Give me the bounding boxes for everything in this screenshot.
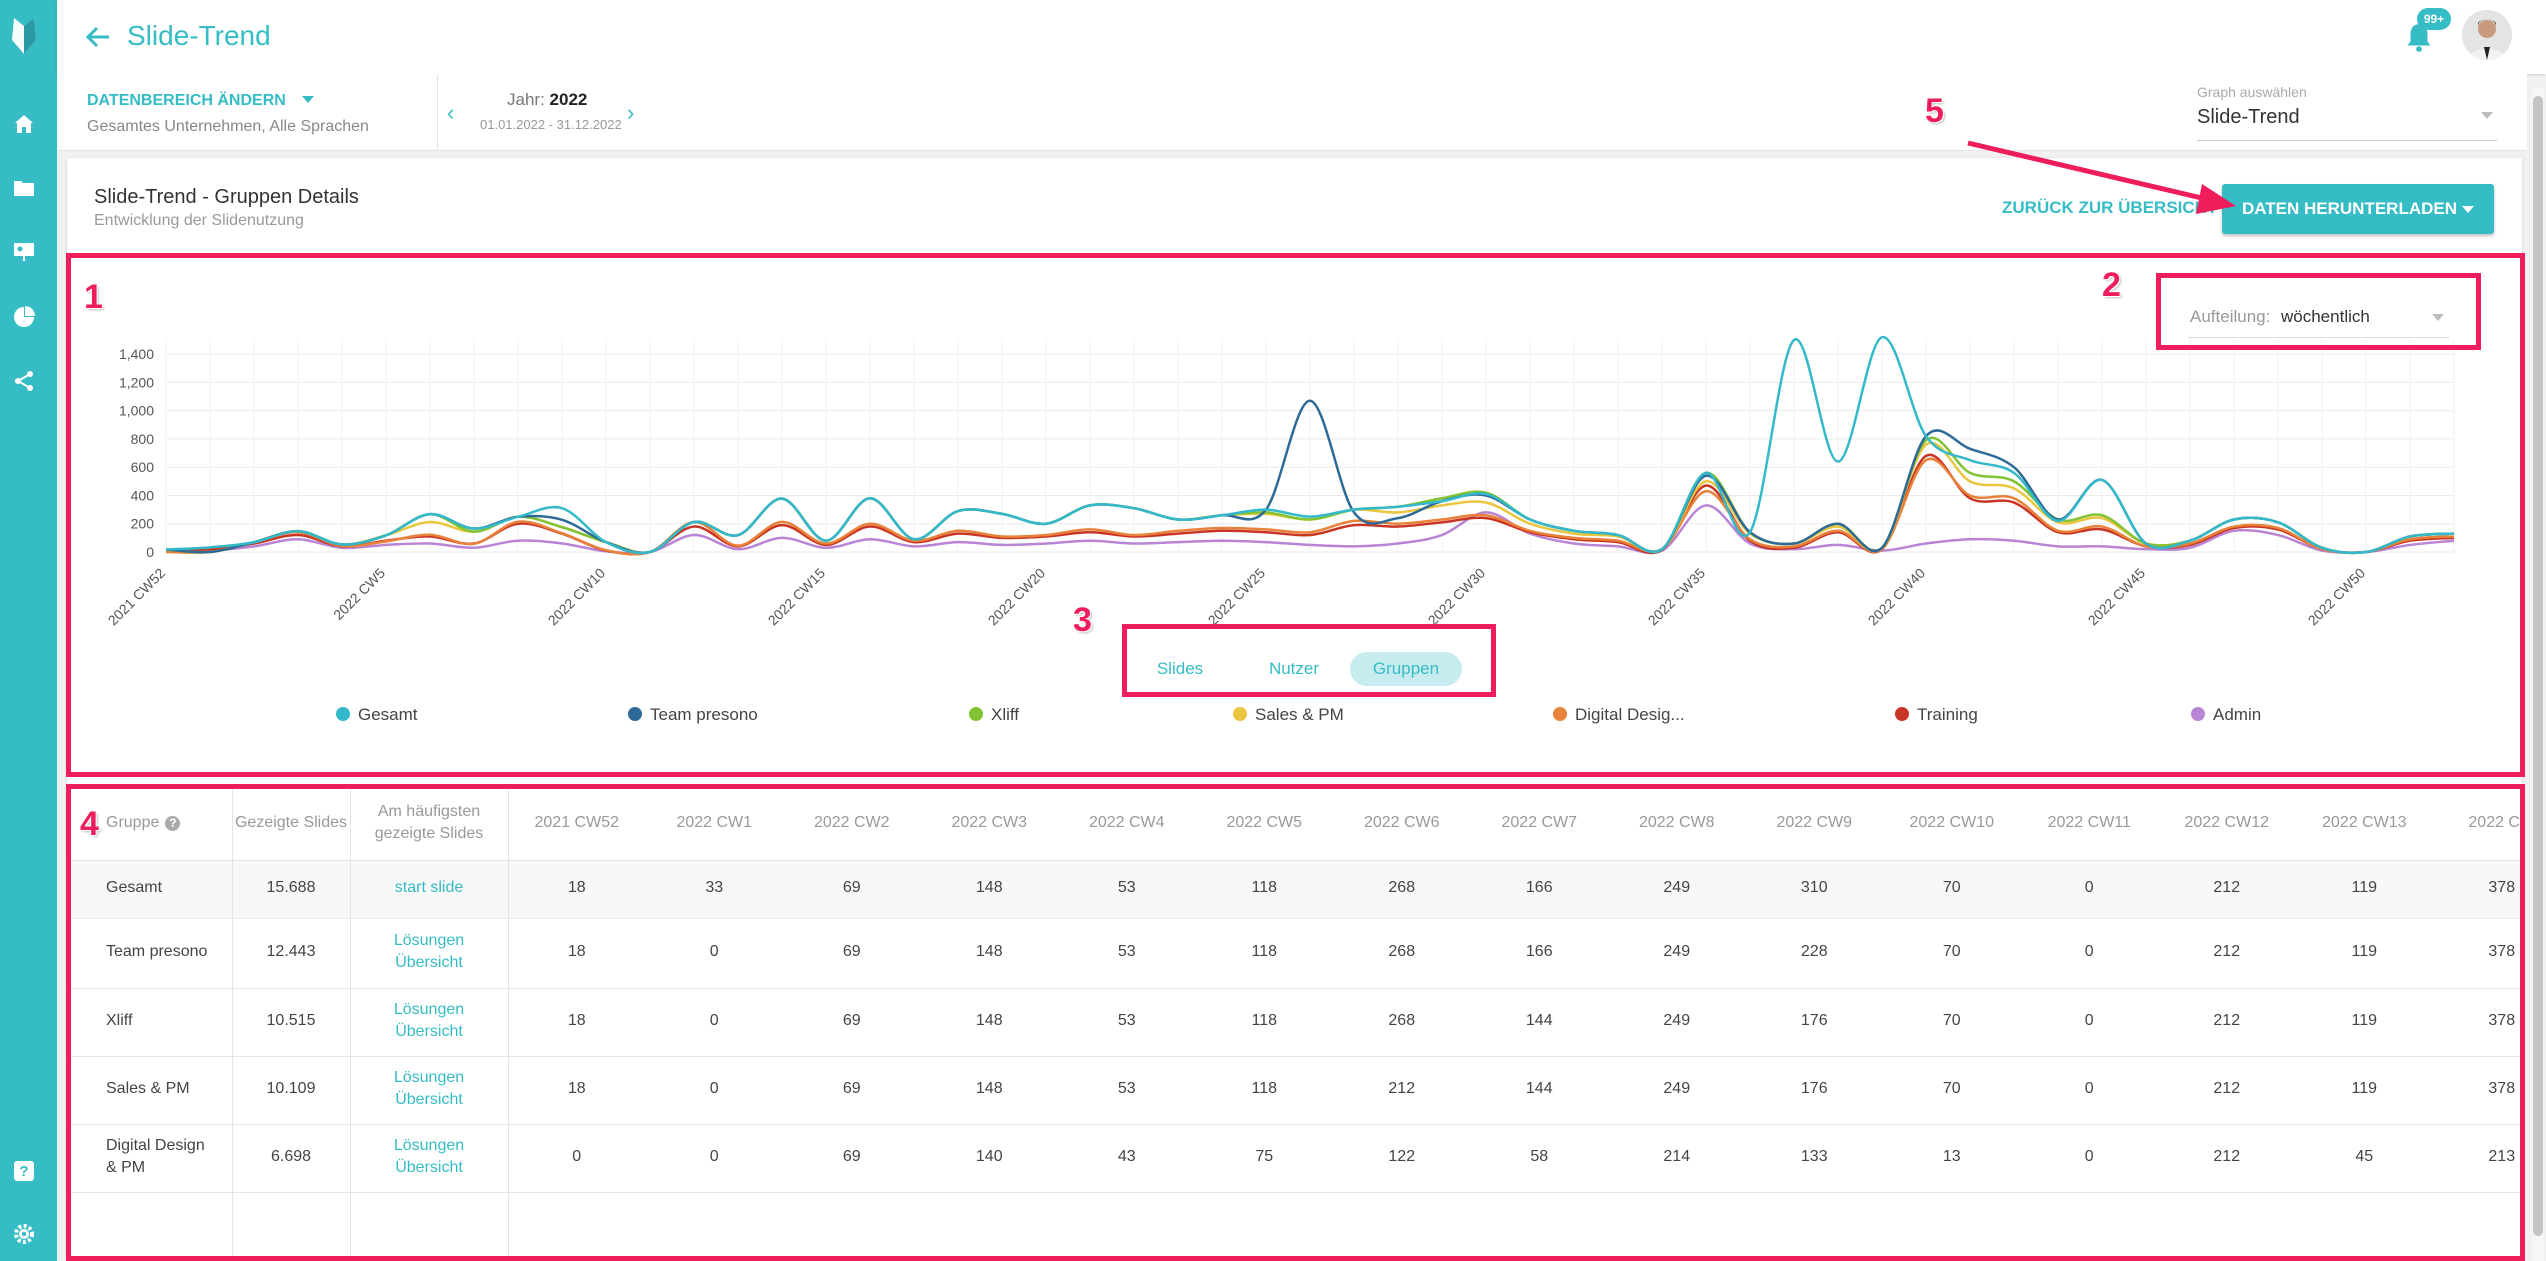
annotation-number: 2 (2102, 266, 2121, 304)
annotation-box-table (66, 784, 2525, 1261)
annotation-arrow (1967, 140, 2236, 214)
settings-gear-icon[interactable] (12, 1222, 36, 1246)
annotation-number: 1 (84, 278, 103, 316)
help-icon[interactable]: ? (12, 1159, 36, 1183)
annotation-box-toggle (1122, 624, 1496, 697)
annotation-number: 4 (80, 805, 99, 843)
annotation-box-aufteilung (2156, 273, 2481, 350)
svg-text:?: ? (19, 1163, 28, 1180)
annotation-number: 3 (1073, 601, 1092, 639)
